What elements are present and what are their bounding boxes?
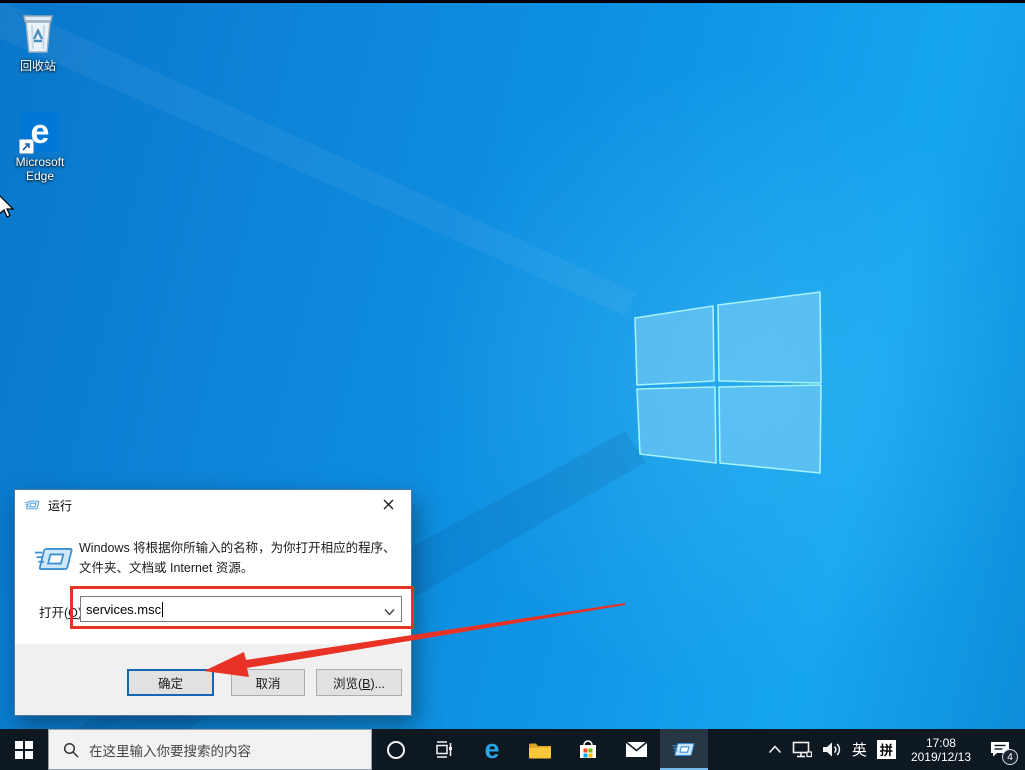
run-dialog-window: 运行 Windows 将根据你所输入的名称，为你打开相应的程序、 文件夹、文档或… (14, 489, 412, 716)
chevron-down-icon[interactable] (384, 604, 395, 619)
recycle-bin-icon (0, 8, 78, 56)
cortana-icon (386, 740, 406, 760)
taskbar-search-input[interactable]: 在这里输入你要搜索的内容 (48, 729, 372, 770)
run-dialog-icon (24, 497, 41, 513)
run-dialog-description: Windows 将根据你所输入的名称，为你打开相应的程序、 文件夹、文档或 In… (79, 538, 399, 578)
run-dialog-title: 运行 (48, 497, 72, 514)
clock-date: 2019/12/13 (911, 750, 971, 764)
network-icon (792, 741, 812, 758)
taskbar-mail-button[interactable] (612, 729, 660, 770)
browse-button[interactable]: 浏览(B)... (316, 669, 402, 696)
taskbar-run-button[interactable] (660, 729, 708, 770)
action-center-button[interactable]: 4 (981, 729, 1025, 770)
folder-icon (528, 740, 552, 760)
chevron-up-icon (768, 745, 782, 754)
system-tray: 英 拼 17:08 2019/12/13 4 (763, 729, 1025, 770)
open-label: 打开(O): (39, 602, 86, 621)
desktop-icon-label: Microsoft Edge (0, 155, 80, 183)
taskbar: 在这里输入你要搜索的内容 e (0, 729, 1025, 770)
close-icon[interactable] (366, 490, 411, 519)
clock-time: 17:08 (926, 736, 956, 750)
shortcut-arrow-icon (19, 139, 34, 154)
volume-tray-button[interactable] (817, 729, 847, 770)
text-caret (162, 602, 163, 617)
taskbar-clock[interactable]: 17:08 2019/12/13 (901, 729, 981, 770)
store-icon (577, 739, 599, 761)
ime-mode-indicator[interactable]: 拼 (872, 729, 901, 770)
mouse-cursor (0, 194, 15, 220)
run-command-value: services.msc (86, 602, 161, 617)
edge-icon: e (0, 104, 80, 152)
start-icon (15, 741, 33, 759)
volume-icon (822, 741, 842, 758)
windows-logo-wallpaper (615, 280, 835, 485)
taskbar-store-button[interactable] (564, 729, 612, 770)
task-view-icon (435, 740, 454, 759)
taskbar-file-explorer-button[interactable] (516, 729, 564, 770)
run-command-input[interactable]: services.msc (80, 596, 402, 622)
notification-count-badge: 4 (1002, 749, 1018, 765)
taskbar-edge-button[interactable]: e (468, 729, 516, 770)
desktop-icon-edge[interactable]: e Microsoft Edge (0, 104, 80, 183)
edge-icon: e (484, 734, 499, 765)
taskbar-cortana-button[interactable] (372, 729, 420, 770)
search-placeholder: 在这里输入你要搜索的内容 (89, 740, 251, 760)
taskbar-task-view-button[interactable] (420, 729, 468, 770)
tray-overflow-button[interactable] (763, 729, 787, 770)
cancel-button[interactable]: 取消 (231, 669, 305, 696)
ime-language-indicator[interactable]: 英 (847, 729, 872, 770)
start-button[interactable] (0, 729, 48, 770)
desktop-icon-recycle-bin[interactable]: 回收站 (0, 8, 78, 73)
network-tray-button[interactable] (787, 729, 817, 770)
ok-button[interactable]: 确定 (127, 669, 214, 696)
run-icon (671, 740, 697, 759)
top-black-strip (0, 0, 1025, 3)
run-icon (33, 542, 77, 576)
desktop-icon-label: 回收站 (0, 59, 78, 73)
mail-icon (625, 741, 648, 758)
desktop-wallpaper: 回收站 e Microsoft Edge 运行 (0, 0, 1025, 770)
run-dialog-titlebar[interactable]: 运行 (15, 490, 411, 520)
search-icon (63, 742, 79, 758)
